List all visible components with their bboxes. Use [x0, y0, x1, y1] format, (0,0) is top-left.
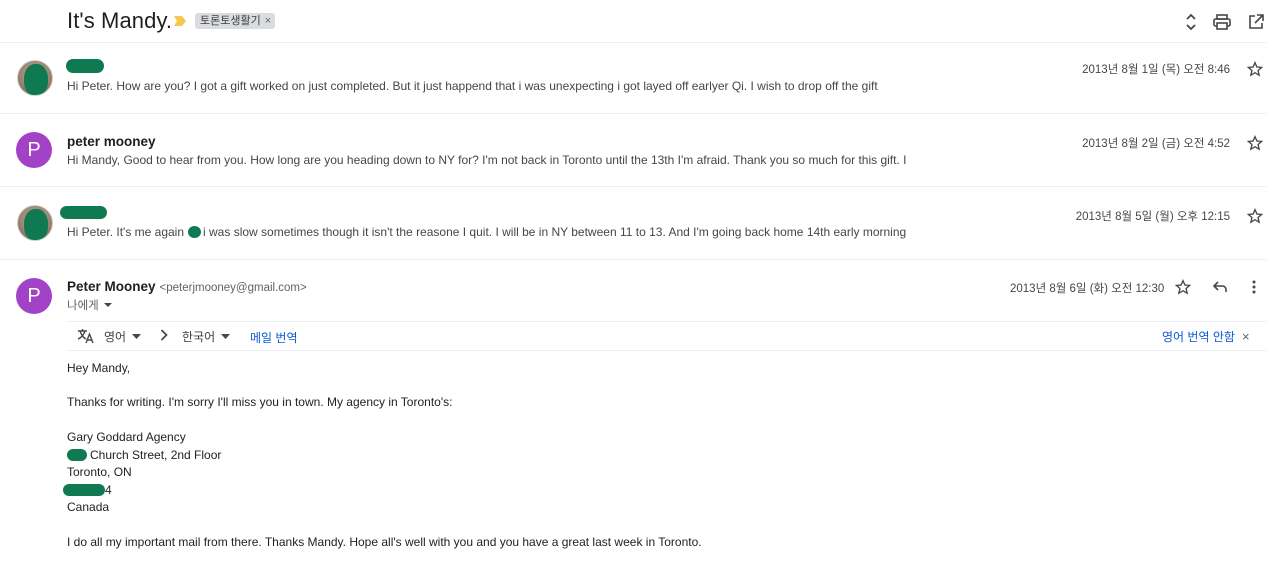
label-chip[interactable]: 토론토생활기 × [195, 13, 276, 29]
avatar [17, 60, 53, 96]
star-icon[interactable] [1247, 135, 1265, 153]
target-language: 한국어 [182, 330, 216, 344]
body-greeting: Hey Mandy, [67, 361, 131, 375]
target-language-select[interactable]: 한국어 [182, 328, 231, 345]
avatar: P [16, 278, 52, 314]
address-line: Gary Goddard Agency [67, 430, 186, 444]
reply-icon[interactable] [1212, 280, 1228, 294]
address-line: Church Street, 2nd Floor [67, 448, 221, 462]
message-row[interactable]: P peter mooney Hi Mandy, Good to hear fr… [0, 114, 1266, 186]
message-row[interactable]: Hi Peter. It's me again i was slow somet… [0, 187, 1266, 259]
address-text: 4 [105, 483, 112, 497]
star-icon[interactable] [1247, 61, 1265, 79]
redacted-sender [66, 59, 104, 73]
chevron-down-icon [132, 334, 142, 339]
message-date: 2013년 8월 2일 (금) 오전 4:52 [1082, 138, 1230, 150]
sender-line: Peter Mooney <peterjmooney@gmail.com> [67, 279, 307, 294]
message-snippet: Hi Mandy, Good to hear from you. How lon… [67, 153, 907, 167]
sender-name: peter mooney [67, 134, 156, 149]
avatar [17, 205, 53, 241]
address-line: Canada [67, 500, 110, 514]
message-row[interactable]: Hi Peter. How are you? I got a gift work… [0, 43, 1266, 113]
translate-message-link[interactable]: 메일 번역 [250, 329, 298, 346]
redacted-postal [63, 484, 105, 496]
star-icon[interactable] [1175, 279, 1193, 297]
more-options-icon[interactable] [1252, 280, 1256, 294]
chevron-right-icon [160, 329, 168, 341]
message-snippet: Hi Peter. How are you? I got a gift work… [67, 79, 878, 93]
redacted-number [67, 449, 87, 461]
address-text: Church Street, 2nd Floor [90, 448, 222, 462]
print-icon[interactable] [1210, 10, 1234, 34]
sender-email: <peterjmooney@gmail.com> [159, 282, 307, 294]
redacted-sender [60, 206, 107, 219]
never-translate-link[interactable]: 영어 번역 안함 [1162, 328, 1235, 345]
recipients-label: 나에게 [67, 300, 99, 312]
open-new-window-icon[interactable] [1244, 10, 1268, 34]
divider [0, 259, 1266, 260]
email-subject: It's Mandy. [67, 8, 173, 33]
address-line: Toronto, ON [67, 465, 132, 479]
snippet-part: Hi Peter. It's me again [67, 225, 185, 239]
label-remove-icon[interactable]: × [265, 13, 271, 29]
snippet-part: i was slow sometimes though it isn't the… [203, 225, 907, 239]
address-line: 4 [63, 483, 112, 497]
body-paragraph: I do all my important mail from there. T… [67, 535, 702, 549]
divider [67, 350, 1266, 351]
expand-collapse-icon[interactable] [1179, 10, 1203, 34]
source-language-select[interactable]: 영어 [104, 328, 142, 345]
chevron-down-icon [103, 303, 112, 307]
source-language: 영어 [104, 330, 127, 344]
avatar: P [16, 132, 52, 168]
star-icon[interactable] [1247, 208, 1265, 226]
recipients-dropdown[interactable]: 나에게 [67, 297, 113, 313]
divider [67, 321, 1266, 322]
body-paragraph: Thanks for writing. I'm sorry I'll miss … [67, 395, 453, 409]
message-date: 2013년 8월 5일 (월) 오후 12:15 [1075, 211, 1230, 223]
redacted-name [188, 226, 202, 238]
label-chip-text: 토론토생활기 [200, 15, 261, 27]
chevron-down-icon [221, 334, 231, 339]
close-icon[interactable]: × [1242, 329, 1250, 344]
message-date: 2013년 8월 1일 (목) 오전 8:46 [1082, 64, 1230, 76]
importance-marker-icon[interactable] [173, 15, 187, 27]
sender-name: Peter Mooney [67, 279, 156, 294]
message-date: 2013년 8월 6일 (화) 오전 12:30 [1010, 283, 1165, 295]
message-snippet: Hi Peter. It's me again i was slow somet… [67, 225, 906, 239]
translate-icon [77, 328, 95, 344]
